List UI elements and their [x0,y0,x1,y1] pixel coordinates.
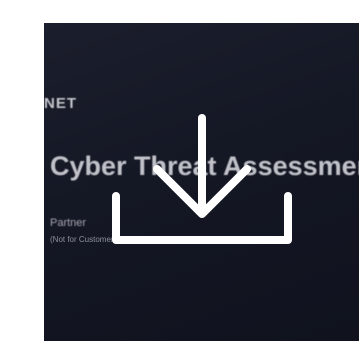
download-button[interactable] [110,112,294,250]
slide-subtitle: Partner [50,217,87,229]
download-icon [112,114,292,244]
brand-logo-text: NET [44,95,77,112]
thumbnail-frame: NET Cyber Threat Assessment Program (CTA… [0,0,359,347]
